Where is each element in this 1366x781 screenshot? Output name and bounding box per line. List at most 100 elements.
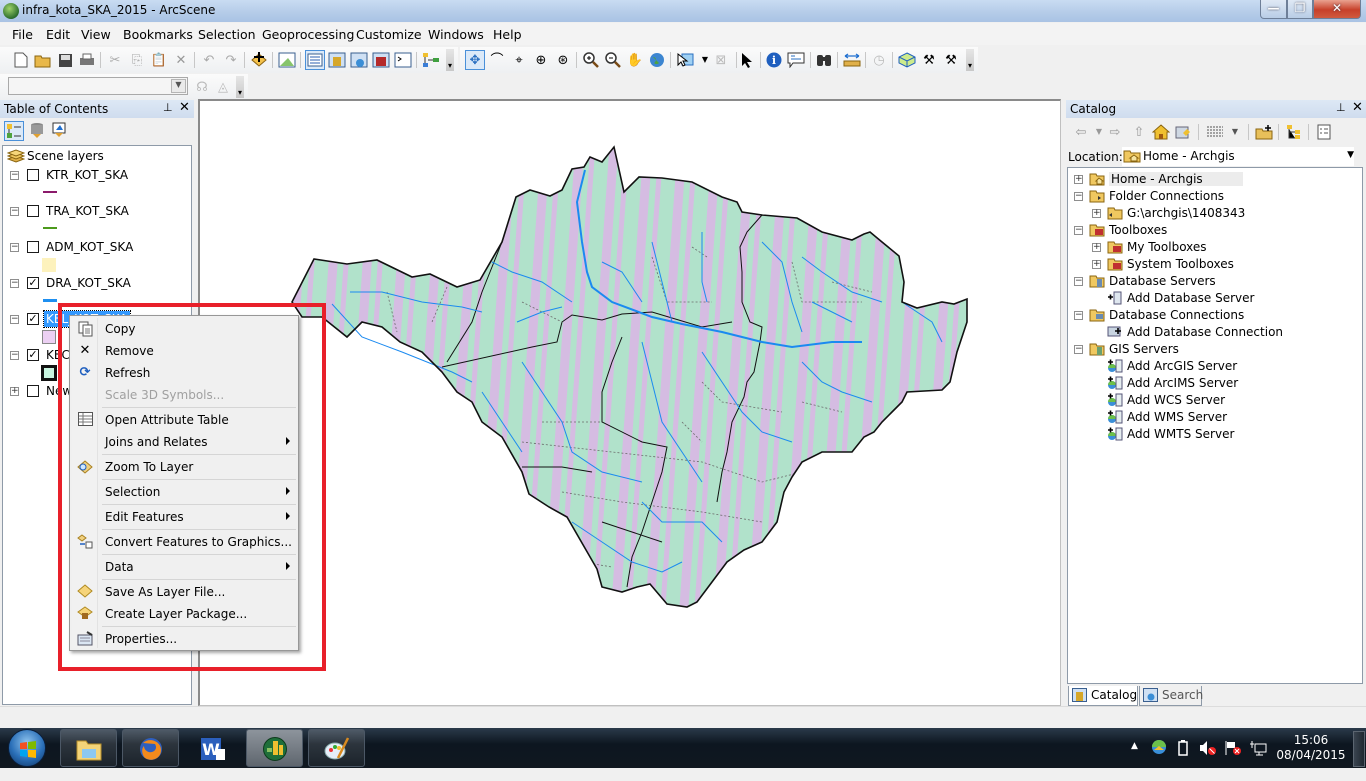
list-by-drawing-order-icon[interactable]	[4, 121, 24, 141]
collapse-icon[interactable]: −	[10, 279, 19, 288]
city-polygon-fill[interactable]	[292, 147, 967, 607]
layer-visibility-checkbox[interactable]: ✓	[27, 277, 39, 289]
collapse-icon[interactable]: −	[1074, 277, 1083, 286]
navigate-icon[interactable]: ✥	[465, 50, 485, 70]
catalog-item[interactable]: + Home - Archgis	[1068, 171, 1358, 187]
new-folder-icon[interactable]	[1255, 123, 1273, 141]
model-builder-icon[interactable]	[422, 51, 440, 69]
collapse-icon[interactable]: −	[10, 351, 19, 360]
delete-icon[interactable]: ✕	[172, 51, 190, 69]
expand-icon[interactable]: +	[1074, 175, 1083, 184]
layer-toolbar-grip[interactable]: ▾	[236, 76, 244, 98]
layer-visibility-checkbox[interactable]	[27, 385, 39, 397]
redo-icon[interactable]: ↷	[222, 51, 240, 69]
menu-item-scale-3d-symbols[interactable]: Scale 3D Symbols...	[72, 384, 298, 406]
expand-icon[interactable]: +	[1092, 209, 1101, 218]
menu-item-data[interactable]: Data	[72, 556, 298, 578]
toolbar-options-grip[interactable]: ▾	[446, 49, 454, 71]
find-icon[interactable]	[815, 51, 833, 69]
collapse-icon[interactable]: −	[1074, 226, 1083, 235]
select-features-icon[interactable]	[676, 51, 694, 69]
open-icon[interactable]	[34, 51, 52, 69]
paste-icon[interactable]: 📋	[150, 51, 168, 69]
taskbar-arcscene[interactable]	[246, 729, 303, 767]
expand-icon[interactable]: +	[1092, 243, 1101, 252]
view-list-icon[interactable]	[1206, 123, 1224, 141]
collapse-icon[interactable]: −	[1074, 311, 1083, 320]
tab-search[interactable]: Search	[1139, 686, 1203, 706]
taskbar-firefox[interactable]	[122, 729, 179, 767]
catalog-item[interactable]: Add Database Server	[1068, 290, 1358, 306]
html-popup-icon[interactable]	[787, 51, 805, 69]
swipe-icon[interactable]: ◬	[214, 78, 232, 96]
menu-item-remove[interactable]: ✕ Remove	[72, 340, 298, 362]
new-document-icon[interactable]	[12, 51, 30, 69]
select-elements-icon[interactable]	[738, 51, 756, 69]
fill-symbol-yellow[interactable]	[42, 258, 56, 272]
menu-item-open-attribute-table[interactable]: Open Attribute Table	[72, 409, 298, 431]
show-desktop-button[interactable]	[1353, 731, 1365, 767]
taskbar-word[interactable]: W	[184, 729, 241, 767]
layer-combo-dropdown[interactable]: ▼	[171, 79, 186, 93]
catalog-item[interactable]: + G:\archgis\1408343	[1068, 205, 1358, 221]
list-by-source-icon[interactable]	[28, 121, 46, 139]
toc-close-icon[interactable]: ✕	[179, 100, 190, 115]
collapse-icon[interactable]: −	[10, 171, 19, 180]
layer-item-adm[interactable]: − ADM_KOT_SKA	[3, 239, 191, 255]
layer-item-tra[interactable]: − TRA_KOT_SKA	[3, 203, 191, 219]
back-icon[interactable]: ⇦	[1072, 123, 1090, 141]
line-symbol-blue[interactable]	[43, 299, 57, 302]
close-button[interactable]: ✕	[1313, 0, 1361, 19]
catalog-item[interactable]: Add WMTS Server	[1068, 426, 1358, 442]
menu-edit[interactable]: Edit	[46, 27, 70, 42]
taskbar-explorer[interactable]	[60, 729, 117, 767]
line-symbol-green[interactable]	[43, 227, 57, 229]
menu-item-save-as-layer-file[interactable]: Save As Layer File...	[72, 581, 298, 603]
pan-icon[interactable]: ✋	[626, 51, 644, 69]
menu-geoprocessing[interactable]: Geoprocessing	[262, 27, 354, 42]
catalog-item[interactable]: − Database Servers	[1068, 273, 1358, 289]
catalog-item[interactable]: Add ArcGIS Server	[1068, 358, 1358, 374]
toggle-contents-icon[interactable]	[1315, 123, 1333, 141]
zoom-in-icon[interactable]	[582, 51, 600, 69]
expand-icon[interactable]: +	[1092, 260, 1101, 269]
menu-item-edit-features[interactable]: Edit Features	[72, 506, 298, 528]
menu-windows[interactable]: Windows	[428, 27, 484, 42]
catalog-item[interactable]: − Toolboxes	[1068, 222, 1358, 238]
list-by-visibility-icon[interactable]	[50, 121, 68, 139]
python-window-icon[interactable]	[394, 51, 412, 69]
fly-icon[interactable]: ⌒	[488, 51, 506, 69]
menu-item-joins-and-relates[interactable]: Joins and Relates	[72, 431, 298, 453]
catalog-pin-icon[interactable]: ⊥	[1336, 101, 1346, 114]
toggle-tree-icon[interactable]	[1285, 123, 1303, 141]
catalog-item[interactable]: + My Toolboxes	[1068, 239, 1358, 255]
layer-item-dra[interactable]: − ✓ DRA_KOT_SKA	[3, 275, 191, 291]
catalog-close-icon[interactable]: ✕	[1352, 100, 1363, 115]
system-clock[interactable]: 15:06 08/04/2015	[1276, 733, 1346, 763]
collapse-icon[interactable]: −	[1074, 192, 1083, 201]
connect-folder-icon[interactable]	[1174, 123, 1192, 141]
tray-volume-muted-icon[interactable]	[1199, 740, 1217, 780]
print-icon[interactable]	[78, 51, 96, 69]
catalog-item[interactable]: Add WMS Server	[1068, 409, 1358, 425]
minimize-button[interactable]: —	[1260, 0, 1287, 19]
fill-symbol-mint-outline[interactable]	[41, 365, 57, 381]
3d-effects-icon[interactable]	[898, 51, 916, 69]
layer-visibility-checkbox[interactable]	[27, 241, 39, 253]
taskbar-paint[interactable]	[308, 729, 365, 767]
layer-visibility-checkbox[interactable]: ✓	[27, 313, 39, 325]
menu-item-copy[interactable]: Copy	[72, 318, 298, 340]
expand-icon[interactable]: +	[10, 387, 19, 396]
collapse-icon[interactable]: −	[10, 243, 19, 252]
layer-visibility-checkbox[interactable]: ✓	[27, 349, 39, 361]
arctoolbox-icon[interactable]	[372, 51, 390, 69]
add-data-icon[interactable]	[250, 51, 268, 69]
catalog-item[interactable]: Add ArcIMS Server	[1068, 375, 1358, 391]
menu-item-properties[interactable]: Properties...	[72, 628, 298, 650]
layer-visibility-checkbox[interactable]	[27, 169, 39, 181]
fill-symbol-lilac[interactable]	[42, 330, 56, 344]
table-of-contents-icon[interactable]	[305, 50, 325, 70]
line-symbol-purple[interactable]	[43, 191, 57, 193]
tray-action-center-icon[interactable]	[1224, 740, 1242, 780]
save-icon[interactable]	[56, 51, 74, 69]
